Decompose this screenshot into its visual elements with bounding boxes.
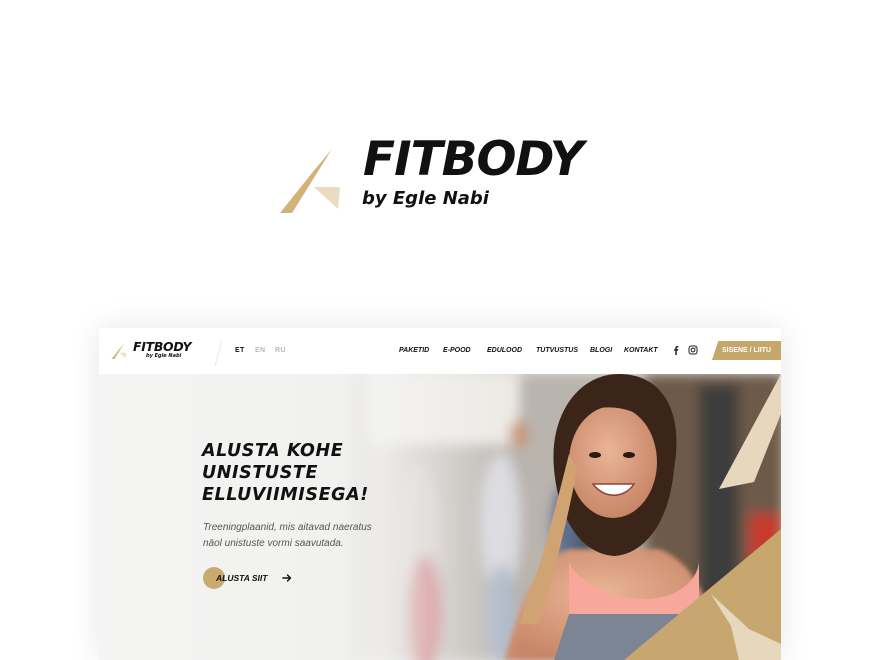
brand-logo-large: FITBODY by Egle Nabi: [278, 136, 608, 217]
hero-title-line: UNISTUSTE: [202, 463, 319, 483]
start-here-button[interactable]: ALUSTA SIIT: [203, 567, 303, 589]
hero-title-line: ELLUVIIMISEGA!: [202, 485, 369, 505]
hero-photo: [99, 374, 781, 660]
menu-kontakt[interactable]: KONTAKT: [624, 347, 658, 354]
facebook-icon[interactable]: [671, 345, 681, 355]
menu-e-pood[interactable]: E-POOD: [443, 347, 471, 354]
nav-logo[interactable]: FITBODY by Egle Nabi: [111, 339, 211, 363]
lang-ru[interactable]: RU: [275, 347, 286, 354]
arrow-right-icon: [282, 574, 292, 582]
navbar: FITBODY by Egle Nabi ET EN RU PAKETID E-…: [99, 328, 781, 374]
instagram-icon[interactable]: [688, 345, 698, 355]
fitbody-logo-mark-icon: [280, 149, 340, 213]
brand-byline: by Egle Nabi: [362, 188, 489, 209]
hero-title-line: ALUSTA KOHE: [202, 441, 344, 461]
menu-edulood[interactable]: EDULOOD: [487, 347, 522, 354]
nav-brand-name: FITBODY: [133, 339, 192, 354]
lang-et[interactable]: ET: [235, 347, 245, 354]
menu-tutvustus[interactable]: TUTVUSTUS: [536, 347, 578, 354]
hero-section: ALUSTA KOHE UNISTUSTE ELLUVIIMISEGA! Tre…: [99, 374, 781, 660]
login-join-button[interactable]: SISENE / LIITU: [712, 341, 781, 360]
nav-brand-byline: by Egle Nabi: [146, 353, 182, 359]
hero-subtitle-line: näol unistuste vormi saavutada.: [203, 538, 344, 549]
lang-en[interactable]: EN: [255, 347, 265, 354]
nav-divider: [214, 340, 223, 366]
fitbody-logo-mark-icon: [111, 343, 127, 359]
brand-name: FITBODY: [363, 132, 584, 187]
hero-subtitle: Treeningplaanid, mis aitavad naeratus nä…: [203, 520, 423, 552]
menu-blogi[interactable]: BLOGI: [590, 347, 612, 354]
website-preview: FITBODY by Egle Nabi ET EN RU PAKETID E-…: [99, 328, 781, 660]
menu-paketid[interactable]: PAKETID: [399, 347, 429, 354]
hero-subtitle-line: Treeningplaanid, mis aitavad naeratus: [203, 522, 372, 533]
hero-title: ALUSTA KOHE UNISTUSTE ELLUVIIMISEGA!: [202, 440, 462, 506]
start-here-label: ALUSTA SIIT: [216, 573, 268, 583]
